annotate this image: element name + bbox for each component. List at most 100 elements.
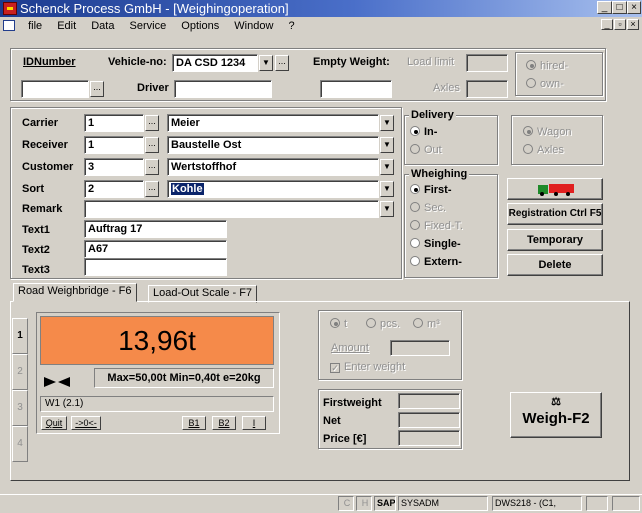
delete-button[interactable]: Delete xyxy=(507,254,603,276)
close-button[interactable]: × xyxy=(627,1,641,14)
tab-road-weighbridge[interactable]: Road Weighbridge - F6 xyxy=(13,283,137,302)
status-extra-1 xyxy=(586,496,608,511)
menu-window[interactable]: Window xyxy=(228,17,279,33)
status-extra-2 xyxy=(612,496,640,511)
mdi-restore-button[interactable]: ▫ xyxy=(614,19,626,30)
driver-field[interactable] xyxy=(174,80,272,98)
weighing-title: Wheighing xyxy=(409,168,470,180)
scale-select-4[interactable]: 4 xyxy=(12,426,28,462)
carrier-lookup-button[interactable]: ... xyxy=(145,115,159,131)
vehicle-dropdown-button[interactable]: ▼ xyxy=(259,55,273,71)
text2-field[interactable]: A67 xyxy=(84,240,227,258)
truck-button[interactable] xyxy=(507,178,603,200)
vehicle-lookup-button[interactable]: ... xyxy=(275,55,289,71)
carrier-code-field[interactable]: 1 xyxy=(84,114,144,132)
firstweight-field xyxy=(398,393,460,409)
mdi-minimize-button[interactable]: _ xyxy=(601,19,613,30)
vehicle-type-group xyxy=(511,115,603,165)
scale-select-1[interactable]: 1 xyxy=(12,318,28,354)
scale-name: W1 (2.1) xyxy=(40,396,274,412)
i-button[interactable]: I xyxy=(242,416,266,430)
weigh-button-label: Weigh-F2 xyxy=(522,410,590,427)
status-sap: SAP xyxy=(374,496,396,511)
radio-hired: hired- xyxy=(526,60,568,72)
mdi-close-button[interactable]: × xyxy=(627,19,639,30)
load-limit-label: Load limit xyxy=(407,56,455,68)
customer-lookup-button[interactable]: ... xyxy=(145,159,159,175)
delivery-title: Delivery xyxy=(409,109,456,121)
registration-button[interactable]: Registration Ctrl F5 xyxy=(507,203,603,225)
firstweight-label: Firstweight xyxy=(323,397,382,409)
document-icon[interactable] xyxy=(3,20,15,31)
scale-balance-icon: ⚖ xyxy=(551,396,561,408)
radio-own: own- xyxy=(526,78,564,90)
temporary-button[interactable]: Temporary xyxy=(507,229,603,251)
remark-label: Remark xyxy=(22,203,63,215)
carrier-combo[interactable]: Meier xyxy=(167,114,379,132)
scale-spec: Max=50,00t Min=0,40t e=20kg xyxy=(94,368,274,388)
sort-code-field[interactable]: 2 xyxy=(84,180,144,198)
delivery-group xyxy=(404,115,498,165)
radio-single[interactable]: Single- xyxy=(410,238,461,250)
carrier-label: Carrier xyxy=(22,117,59,129)
text2-label: Text2 xyxy=(22,244,50,256)
sort-selected-text: Kohle xyxy=(171,183,204,195)
scale-select-2[interactable]: 2 xyxy=(12,354,28,390)
enter-weight-checkbox: ✓ Enter weight xyxy=(330,361,406,373)
radio-delivery-in[interactable]: In- xyxy=(410,126,437,138)
menu-edit[interactable]: Edit xyxy=(51,17,82,33)
receiver-code-field[interactable]: 1 xyxy=(84,136,144,154)
radio-second[interactable]: Sec. xyxy=(410,202,446,214)
status-c: C xyxy=(338,496,354,511)
axles-field xyxy=(466,80,508,98)
radio-fixed-tare[interactable]: Fixed-T. xyxy=(410,220,463,232)
radio-first[interactable]: First- xyxy=(410,184,452,196)
menu-help[interactable]: ? xyxy=(282,17,300,33)
remark-combo[interactable] xyxy=(84,200,379,218)
radio-delivery-out[interactable]: Out xyxy=(410,144,442,156)
idnumber-label: IDNumber xyxy=(23,56,76,68)
sort-lookup-button[interactable]: ... xyxy=(145,181,159,197)
b2-button[interactable]: B2 xyxy=(212,416,236,430)
menu-file[interactable]: file xyxy=(22,17,48,33)
menu-data[interactable]: Data xyxy=(85,17,120,33)
carrier-dropdown-button[interactable]: ▼ xyxy=(380,115,394,131)
sort-combo[interactable]: Kohle xyxy=(167,180,379,198)
title-bar: Schenck Process GmbH - [Weighingoperatio… xyxy=(0,0,642,17)
receiver-combo[interactable]: Baustelle Ost xyxy=(167,136,379,154)
idnumber-lookup-button[interactable]: ... xyxy=(90,81,104,97)
vehicle-label: Vehicle-no: xyxy=(108,56,167,68)
text1-field[interactable]: Auftrag 17 xyxy=(84,220,227,238)
scale-select-3[interactable]: 3 xyxy=(12,390,28,426)
empty-weight-field[interactable] xyxy=(320,80,392,98)
zero-button[interactable]: ->0<- xyxy=(71,416,101,430)
radio-axles: Axles xyxy=(523,144,564,156)
minimize-button[interactable]: _ xyxy=(597,1,612,14)
radio-extern[interactable]: Extern- xyxy=(410,256,462,268)
weigh-button[interactable]: ⚖ Weigh-F2 xyxy=(510,392,602,438)
customer-label: Customer xyxy=(22,161,74,173)
idnumber-field[interactable] xyxy=(21,80,89,98)
receiver-dropdown-button[interactable]: ▼ xyxy=(380,137,394,153)
amount-field xyxy=(390,340,450,356)
b1-button[interactable]: B1 xyxy=(182,416,206,430)
text3-label: Text3 xyxy=(22,264,50,276)
customer-dropdown-button[interactable]: ▼ xyxy=(380,159,394,175)
customer-code-field[interactable]: 3 xyxy=(84,158,144,176)
app-icon xyxy=(3,2,17,15)
status-user: SYSADM xyxy=(398,496,488,511)
radio-unit-t: t xyxy=(330,318,347,330)
remark-dropdown-button[interactable]: ▼ xyxy=(380,201,394,217)
radio-wagon: Wagon xyxy=(523,126,571,138)
vehicle-combo[interactable]: DA CSD 1234 xyxy=(172,54,258,72)
text1-label: Text1 xyxy=(22,224,50,236)
maximize-button[interactable]: □ xyxy=(612,1,627,14)
receiver-lookup-button[interactable]: ... xyxy=(145,137,159,153)
status-workstation: DWS218 - (C1, xyxy=(492,496,582,511)
sort-dropdown-button[interactable]: ▼ xyxy=(380,181,394,197)
quit-button[interactable]: Quit xyxy=(41,416,67,430)
customer-combo[interactable]: Wertstoffhof xyxy=(167,158,379,176)
menu-options[interactable]: Options xyxy=(175,17,225,33)
text3-field[interactable] xyxy=(84,258,227,276)
menu-service[interactable]: Service xyxy=(124,17,173,33)
